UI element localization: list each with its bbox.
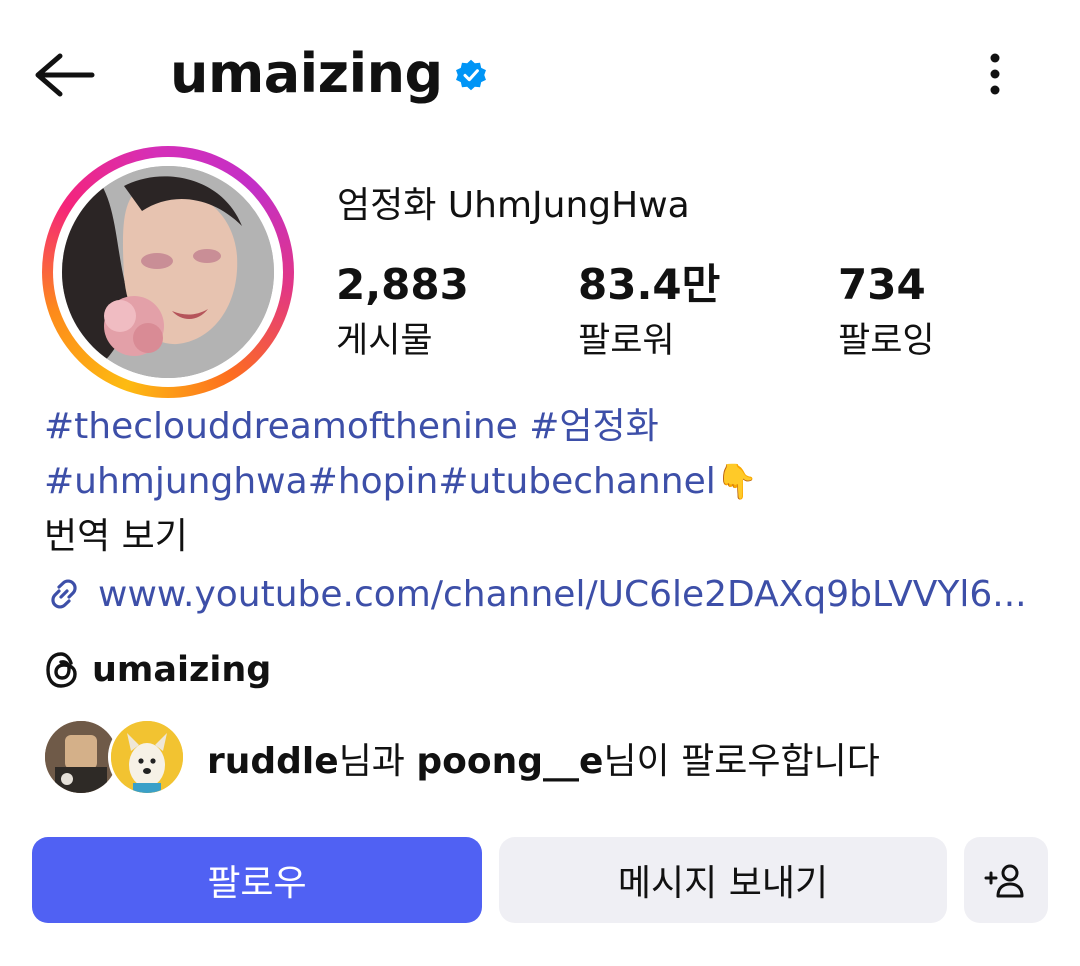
mutual-username-2[interactable]: poong__e xyxy=(416,741,603,782)
follow-button[interactable]: 팔로우 xyxy=(32,837,482,923)
bio-hashtags-line2[interactable]: #uhmjunghwa#hopin#utubechannel xyxy=(44,457,716,507)
threads-badge[interactable]: umaizing xyxy=(44,644,271,696)
pointing-down-emoji: 👇 xyxy=(715,462,759,502)
profile-full-name: 엄정화 UhmJungHwa xyxy=(337,185,690,226)
profile-username-title: umaizing xyxy=(170,42,443,105)
avatar-photo xyxy=(62,166,274,378)
followed-by-suffix: 님이 팔로우합니다 xyxy=(603,741,880,782)
message-button[interactable]: 메시지 보내기 xyxy=(499,837,947,923)
message-button-label: 메시지 보내기 xyxy=(617,863,829,904)
see-translation-link[interactable]: 번역 보기 xyxy=(44,512,188,562)
posts-label[interactable]: 게시물 xyxy=(336,317,433,365)
followers-label[interactable]: 팔로워 xyxy=(578,317,675,365)
mutual-follower-avatar-2[interactable] xyxy=(108,718,186,796)
followed-by-text[interactable]: ruddle님과 poong__e님이 팔로우합니다 xyxy=(207,736,880,788)
threads-icon xyxy=(46,652,77,688)
link-icon xyxy=(51,579,77,609)
avatar-photo xyxy=(45,721,117,793)
verified-badge-icon xyxy=(456,59,486,91)
more-options-button[interactable] xyxy=(972,50,1018,100)
profile-avatar[interactable] xyxy=(62,166,274,378)
bio-link[interactable]: www.youtube.com/channel/UC6le2DAXq9bLVVY… xyxy=(44,568,1027,620)
more-vertical-icon xyxy=(990,53,1000,95)
mutual-username-1[interactable]: ruddle xyxy=(207,741,339,782)
bio-link-text[interactable]: www.youtube.com/channel/UC6le2DAXq9bLVVY… xyxy=(98,574,1027,615)
following-count[interactable]: 734 xyxy=(838,257,926,313)
threads-handle[interactable]: umaizing xyxy=(92,650,271,690)
followers-count[interactable]: 83.4만 xyxy=(578,257,720,313)
suggest-users-button[interactable] xyxy=(964,837,1048,923)
add-user-icon xyxy=(984,864,1024,898)
bio-hashtags-line2-row: #uhmjunghwa#hopin#utubechannel 👇 xyxy=(44,457,758,507)
avatar-photo xyxy=(111,721,183,793)
following-label[interactable]: 팔로잉 xyxy=(838,317,935,365)
followed-by-connector: 님과 xyxy=(338,741,417,782)
back-button[interactable] xyxy=(30,50,96,100)
posts-count[interactable]: 2,883 xyxy=(336,257,469,313)
follow-button-label: 팔로우 xyxy=(207,863,307,904)
bio-hashtags-line1[interactable]: #theclouddreamofthenine #엄정화 xyxy=(44,402,659,452)
arrow-left-icon xyxy=(35,53,95,97)
